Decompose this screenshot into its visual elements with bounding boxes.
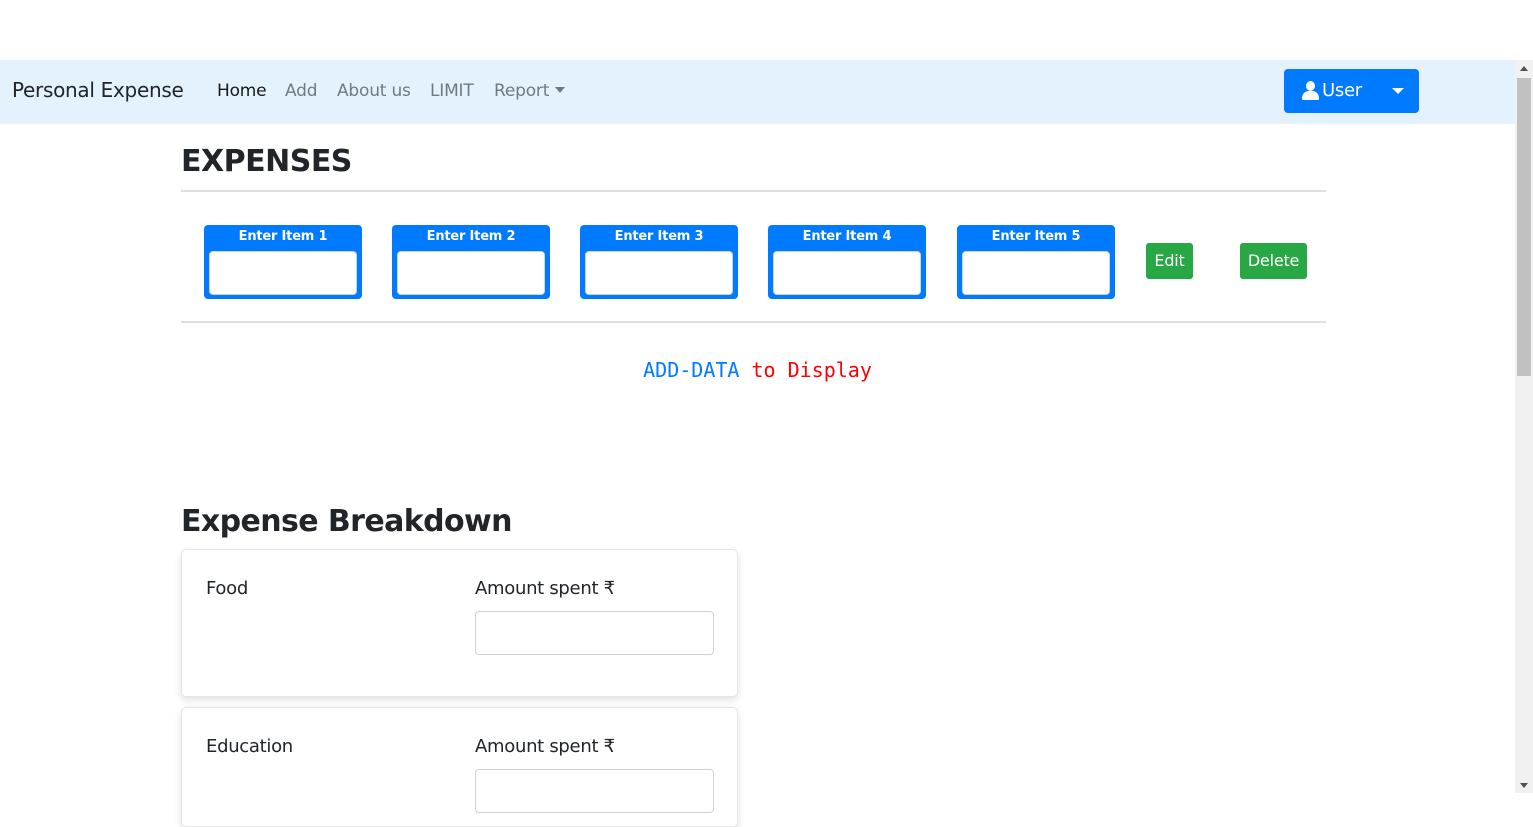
item-input-5[interactable] [962,251,1110,295]
amount-spent-label: Amount spent ₹ [475,736,615,757]
item-label-4: Enter Item 4 [802,229,892,244]
scrollbar-thumb[interactable] [1517,78,1531,376]
item-input-1[interactable] [209,251,357,295]
item-input-4[interactable] [773,251,921,295]
item-label-1: Enter Item 1 [238,229,328,244]
vertical-scrollbar[interactable] [1515,60,1533,793]
nav-link-about-us[interactable]: About us [337,81,411,101]
item-field-5: Enter Item 5 [957,225,1115,299]
category-card-food: Food Amount spent ₹ [181,549,738,697]
item-field-4: Enter Item 4 [768,225,926,299]
education-amount-input[interactable] [475,769,714,813]
user-dropdown-button[interactable]: User [1284,69,1419,113]
page-title: EXPENSES [181,144,352,179]
item-field-3: Enter Item 3 [580,225,738,299]
navbar-brand[interactable]: Personal Expense [12,78,184,102]
browser-viewport: Personal Expense Home Add About us LIMIT… [0,0,1533,827]
navbar: Personal Expense Home Add About us LIMIT… [0,60,1515,124]
user-icon [1301,81,1320,101]
item-input-3[interactable] [585,251,733,295]
item-label-5: Enter Item 5 [991,229,1081,244]
item-input-2[interactable] [397,251,545,295]
item-label-3: Enter Item 3 [614,229,704,244]
to-display-text: to Display [739,358,872,382]
user-button-label: User [1322,80,1362,101]
divider-bottom [181,321,1326,323]
nav-link-home[interactable]: Home [217,81,267,101]
empty-state-message: ADD-DATA to Display [0,358,1515,382]
food-amount-input[interactable] [475,611,714,655]
divider-top [181,190,1326,192]
nav-link-report-label: Report [494,81,550,101]
amount-spent-label: Amount spent ₹ [475,578,615,599]
expense-breakdown-title: Expense Breakdown [181,504,512,539]
scroll-up-arrow-icon[interactable] [1520,66,1528,71]
item-label-2: Enter Item 2 [426,229,516,244]
category-card-education: Education Amount spent ₹ [181,707,738,827]
caret-down-icon [1392,88,1404,94]
category-name: Food [206,578,248,599]
item-field-2: Enter Item 2 [392,225,550,299]
nav-link-limit[interactable]: LIMIT [430,81,474,101]
delete-button[interactable]: Delete [1240,243,1307,279]
add-data-link-text: ADD-DATA [643,358,740,382]
scroll-down-arrow-icon[interactable] [1520,783,1528,788]
item-field-1: Enter Item 1 [204,225,362,299]
category-name: Education [206,736,293,757]
nav-dropdown-report[interactable]: Report [494,81,566,101]
chevron-down-icon [555,86,566,93]
nav-link-add[interactable]: Add [285,81,318,101]
edit-button[interactable]: Edit [1146,243,1193,279]
